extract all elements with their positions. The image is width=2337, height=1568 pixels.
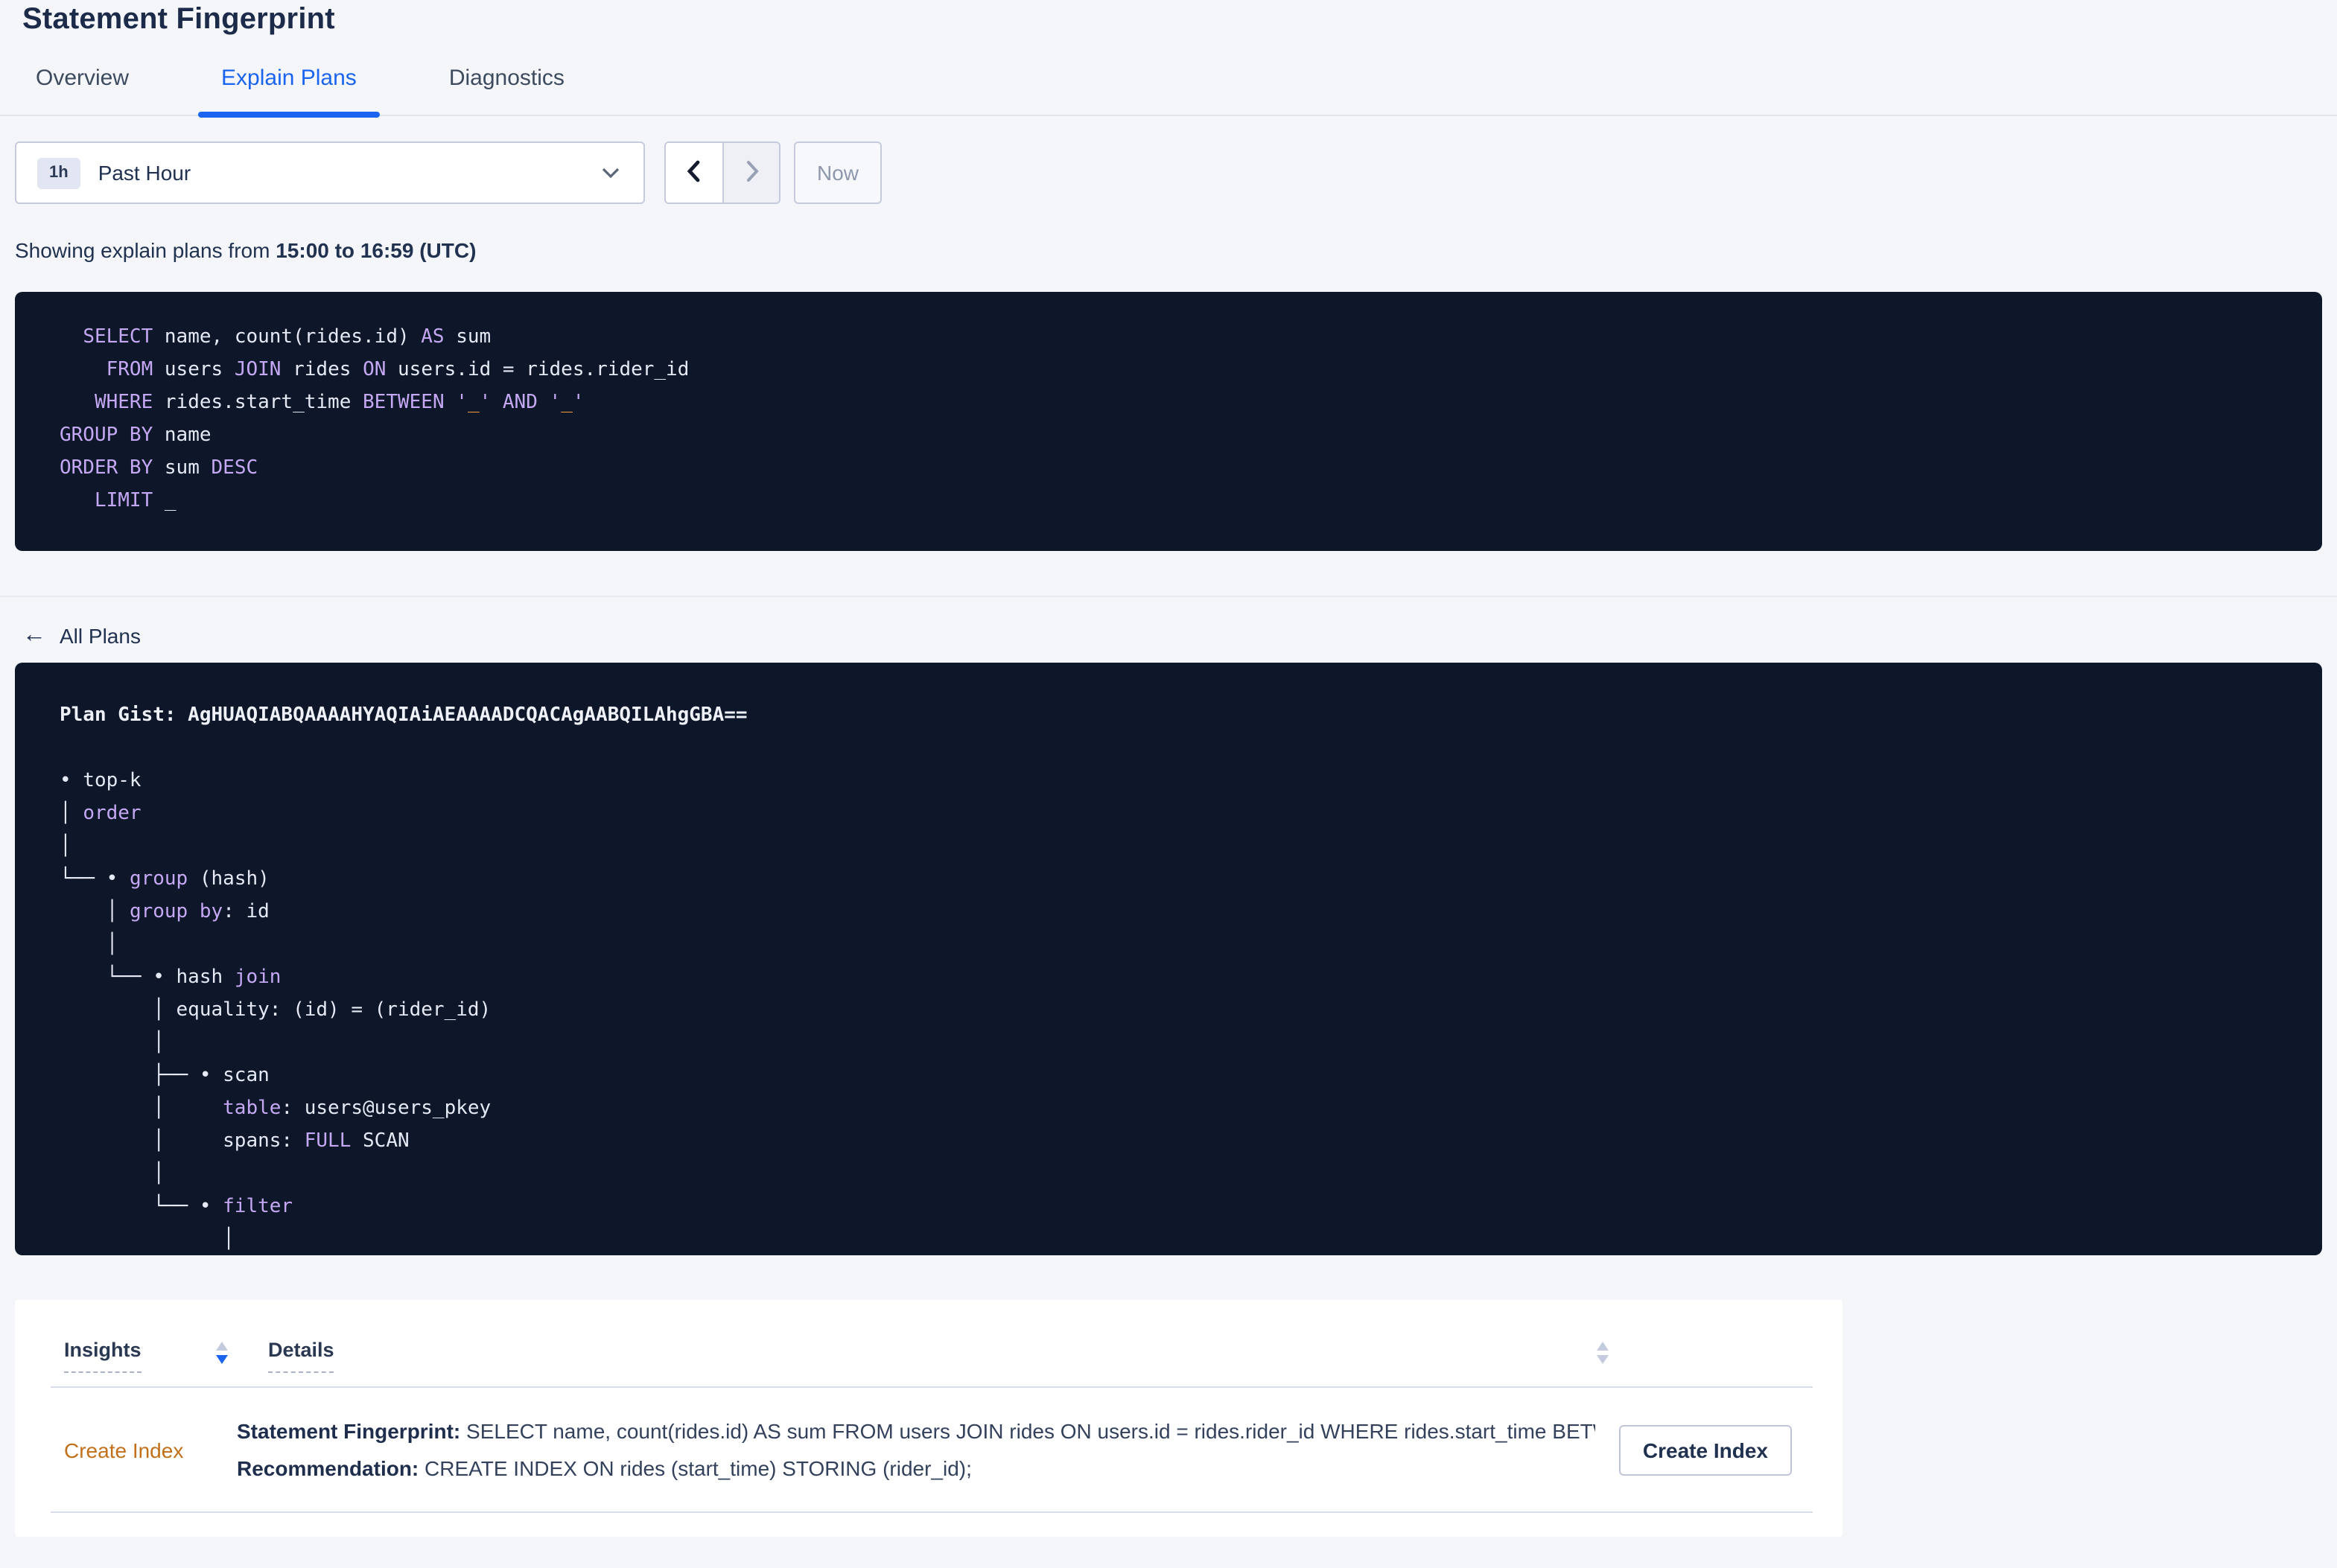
next-time-button[interactable] [722,143,779,203]
recommendation-detail: Recommendation: CREATE INDEX ON rides (s… [237,1456,972,1479]
back-arrow-icon: ← [22,622,46,648]
insight-details-cell: Statement Fingerprint: SELECT name, coun… [237,1412,1595,1487]
status-time-range: 15:00 to 16:59 (UTC) [276,238,477,262]
sort-icon-details[interactable] [1597,1342,1609,1364]
statement-fingerprint-detail: Statement Fingerprint: SELECT name, coun… [237,1418,1595,1442]
back-link-label: All Plans [60,624,141,648]
time-range-dropdown[interactable]: 1h Past Hour [15,141,645,204]
section-divider [0,596,2337,597]
column-header-details[interactable]: Details [268,1339,334,1373]
time-interval-badge: 1h [37,157,80,188]
time-range-value: Past Hour [98,161,191,185]
create-index-button[interactable]: Create Index [1618,1424,1792,1475]
chevron-left-icon [684,159,705,187]
sort-icon-insights[interactable] [216,1342,228,1364]
all-plans-back-link[interactable]: ← All Plans [22,622,141,648]
time-step-control [664,141,780,204]
tab-explain-plans[interactable]: Explain Plans [197,66,381,118]
insights-table: Insights Details Create Index Statement … [51,1300,1813,1513]
sql-fingerprint-code: SELECT name, count(rides.id) AS sum FROM… [15,292,2322,551]
insights-card: Insights Details Create Index Statement … [15,1300,1842,1537]
table-row: Create Index Statement Fingerprint: SELE… [51,1388,1813,1513]
showing-plans-status: Showing explain plans from 15:00 to 16:5… [15,238,2337,262]
status-prefix: Showing explain plans from [15,238,276,262]
now-button[interactable]: Now [794,141,882,204]
time-toolbar: 1h Past Hour Now [15,141,2322,204]
tab-diagnostics[interactable]: Diagnostics [449,66,565,115]
plan-gist-code: Plan Gist: AgHUAQIABQAAAAHYAQIAiAEAAAADC… [15,663,2322,1255]
insights-table-header: Insights Details [51,1300,1813,1388]
column-header-insights[interactable]: Insights [64,1339,183,1373]
page-title: Statement Fingerprint [22,3,335,36]
insight-type-label: Create Index [64,1438,184,1462]
tab-overview[interactable]: Overview [36,66,129,115]
previous-time-button[interactable] [666,143,722,203]
chevron-down-icon [602,159,620,186]
tab-bar: Overview Explain Plans Diagnostics [0,60,2337,118]
chevron-right-icon [741,159,762,187]
statement-fingerprint-page: Statement Fingerprint Overview Explain P… [0,0,2337,1568]
